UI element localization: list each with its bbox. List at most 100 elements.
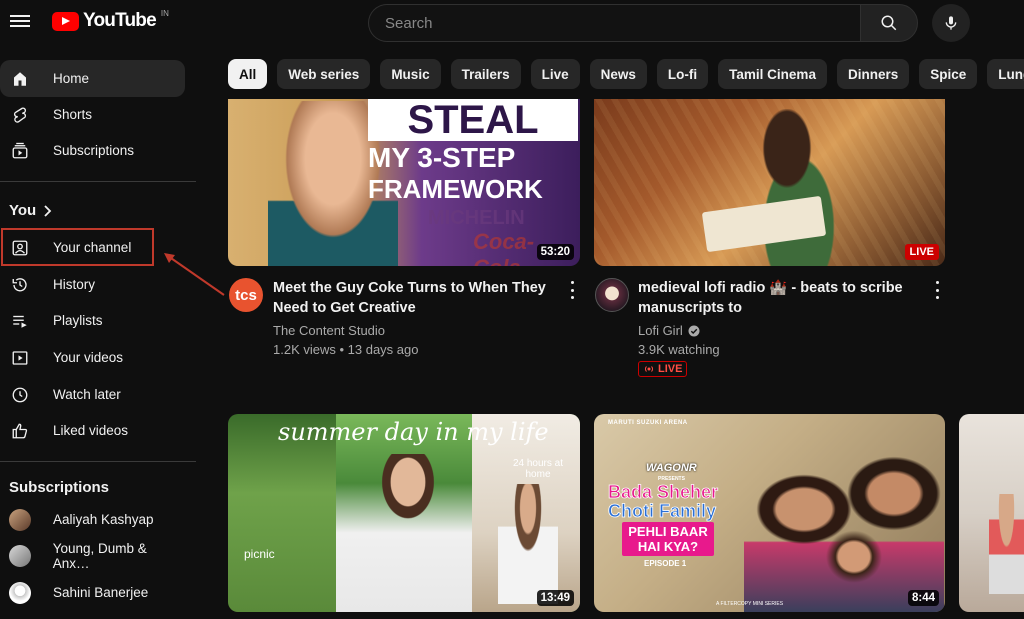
channel-avatar[interactable]	[595, 278, 629, 312]
shorts-icon	[10, 105, 30, 125]
video-meta: 3.9K watching	[638, 342, 720, 357]
sidebar-item-watch-later[interactable]: Watch later	[0, 376, 185, 413]
subscription-item[interactable]: Sahini Banerjee	[0, 574, 185, 611]
thumbnail-person	[498, 484, 558, 604]
video-thumbnail[interactable]: LIVE	[594, 99, 945, 266]
chip-news[interactable]: News	[589, 59, 647, 89]
chip-music[interactable]: Music	[380, 59, 441, 89]
video-duration: 8:44	[907, 590, 939, 606]
sidebar-item-label: Your videos	[53, 350, 124, 365]
liked-videos-icon	[10, 421, 30, 441]
subscription-item[interactable]: Aaliyah Kashyap	[0, 501, 185, 538]
thumbnail-text: Bada Sheher	[608, 482, 719, 503]
thumbnail-text: summer day in my life	[278, 418, 549, 446]
chip-tamil-cinema[interactable]: Tamil Cinema	[718, 59, 827, 89]
thumbnail-text: EPISODE 1	[644, 559, 687, 568]
search-bar	[368, 4, 918, 42]
playlists-icon	[10, 311, 30, 331]
sidebar-item-label: Shorts	[53, 107, 93, 122]
you-section-header[interactable]: You	[9, 202, 52, 219]
channel-avatar[interactable]: tcs	[229, 278, 263, 312]
chip-dinners[interactable]: Dinners	[836, 59, 910, 89]
video-thumbnail[interactable]: STEAL MY 3-STEP FRAMEWORK MICHELIN Coca-…	[228, 99, 580, 266]
annotation-highlight-box	[1, 228, 154, 266]
thumbnail-text: MY 3-STEP	[368, 142, 516, 173]
subscriptions-icon	[10, 141, 30, 161]
thumbnail-text: PEHLI BAAR	[628, 524, 708, 539]
subscription-label: Sahini Banerjee	[53, 585, 149, 600]
filter-chips: All Web series Music Trailers Live News …	[228, 59, 1024, 89]
channel-name-text: Lofi Girl	[638, 323, 683, 338]
sidebar-item-label: Watch later	[53, 387, 121, 402]
chip-web-series[interactable]: Web series	[277, 59, 371, 89]
chip-trailers[interactable]: Trailers	[450, 59, 521, 89]
thumbnail-family	[744, 454, 944, 612]
video-duration: 13:49	[536, 590, 574, 606]
search-icon	[881, 15, 897, 31]
video-thumbnail[interactable]	[959, 414, 1024, 612]
video-title-line: medieval lofi radio 🏰 - beats to scribe	[638, 280, 903, 296]
subscription-label: Young, Dumb & Anx…	[52, 540, 147, 571]
more-options-icon[interactable]	[567, 281, 577, 299]
thumbnail-person	[378, 454, 438, 524]
sidebar-divider	[0, 461, 196, 462]
video-thumbnail[interactable]: summer day in my life 24 hours at home p…	[228, 414, 580, 612]
search-input[interactable]	[368, 4, 860, 42]
video-duration: 53:20	[536, 244, 574, 260]
annotation-arrow	[164, 253, 225, 296]
chip-lunges[interactable]: Lunges	[987, 59, 1024, 89]
channel-name[interactable]: Lofi Girl	[638, 323, 700, 338]
sidebar-item-playlists[interactable]: Playlists	[0, 302, 185, 339]
sidebar-item-subscriptions[interactable]: Subscriptions	[0, 132, 185, 169]
thumbnail-text: 24 hours at home	[512, 458, 564, 480]
more-options-icon[interactable]	[932, 281, 942, 299]
avatar	[9, 581, 31, 604]
sidebar-item-label: History	[53, 277, 96, 292]
live-indicator: LIVE	[638, 361, 688, 377]
sidebar-item-label: Liked videos	[53, 423, 129, 438]
chip-spice[interactable]: Spice	[919, 59, 978, 89]
thumbnail-text: A FILTERCOPY MINI SERIES	[716, 601, 784, 607]
thumbnail-text: STEAL	[368, 99, 578, 141]
chip-lo-fi[interactable]: Lo-fi	[656, 59, 709, 89]
video-title-line: Meet the Guy Coke Turns to When They	[273, 280, 546, 296]
thumbnail-text: MARUTI SUZUKI ARENA	[608, 420, 688, 426]
sidebar-item-your-videos[interactable]: Your videos	[0, 339, 185, 376]
search-button[interactable]	[860, 4, 918, 42]
subscription-item[interactable]: Young, Dumb & Anx…	[0, 537, 185, 574]
thumbnail-text: MICHELIN	[428, 207, 525, 229]
live-badge: LIVE	[904, 244, 939, 260]
thumbnail-text: Choti Family	[608, 501, 717, 522]
live-label: LIVE	[658, 363, 683, 375]
chip-live[interactable]: Live	[530, 59, 580, 89]
subscription-label: Aaliyah Kashyap	[53, 512, 154, 527]
sidebar-item-history[interactable]: History	[0, 266, 185, 303]
home-icon	[10, 69, 30, 89]
verified-icon	[688, 325, 700, 336]
chevron-right-icon	[44, 204, 52, 217]
thumbnail-person	[989, 494, 1024, 594]
sidebar-item-home[interactable]: Home	[0, 60, 185, 97]
microphone-icon	[945, 16, 957, 30]
video-meta: 1.2K views • 13 days ago	[273, 342, 419, 357]
country-code: IN	[160, 8, 169, 18]
sidebar-item-liked-videos[interactable]: Liked videos	[0, 412, 185, 449]
menu-icon[interactable]	[10, 12, 30, 32]
video-thumbnail[interactable]: MARUTI SUZUKI ARENA WAGONR PRESENTS Bada…	[594, 414, 945, 612]
you-title: You	[9, 202, 37, 219]
sidebar-item-label: Playlists	[53, 313, 103, 328]
sidebar-item-shorts[interactable]: Shorts	[0, 96, 185, 133]
sidebar-divider	[0, 181, 196, 182]
video-title[interactable]: Meet the Guy Coke Turns to When They Nee…	[273, 278, 563, 318]
voice-search-button[interactable]	[932, 4, 970, 42]
video-title[interactable]: medieval lofi radio 🏰 - beats to scribe …	[638, 278, 928, 318]
watch-later-icon	[10, 385, 30, 405]
channel-name[interactable]: The Content Studio	[273, 323, 385, 338]
thumbnail-text: FRAMEWORK	[368, 174, 543, 204]
thumbnail-text: WAGONR	[646, 462, 697, 474]
history-icon	[10, 275, 30, 295]
youtube-logo[interactable]: YouTube IN	[52, 8, 169, 32]
thumbnail-text: picnic	[244, 547, 275, 561]
avatar	[9, 508, 31, 531]
chip-all[interactable]: All	[228, 59, 268, 89]
